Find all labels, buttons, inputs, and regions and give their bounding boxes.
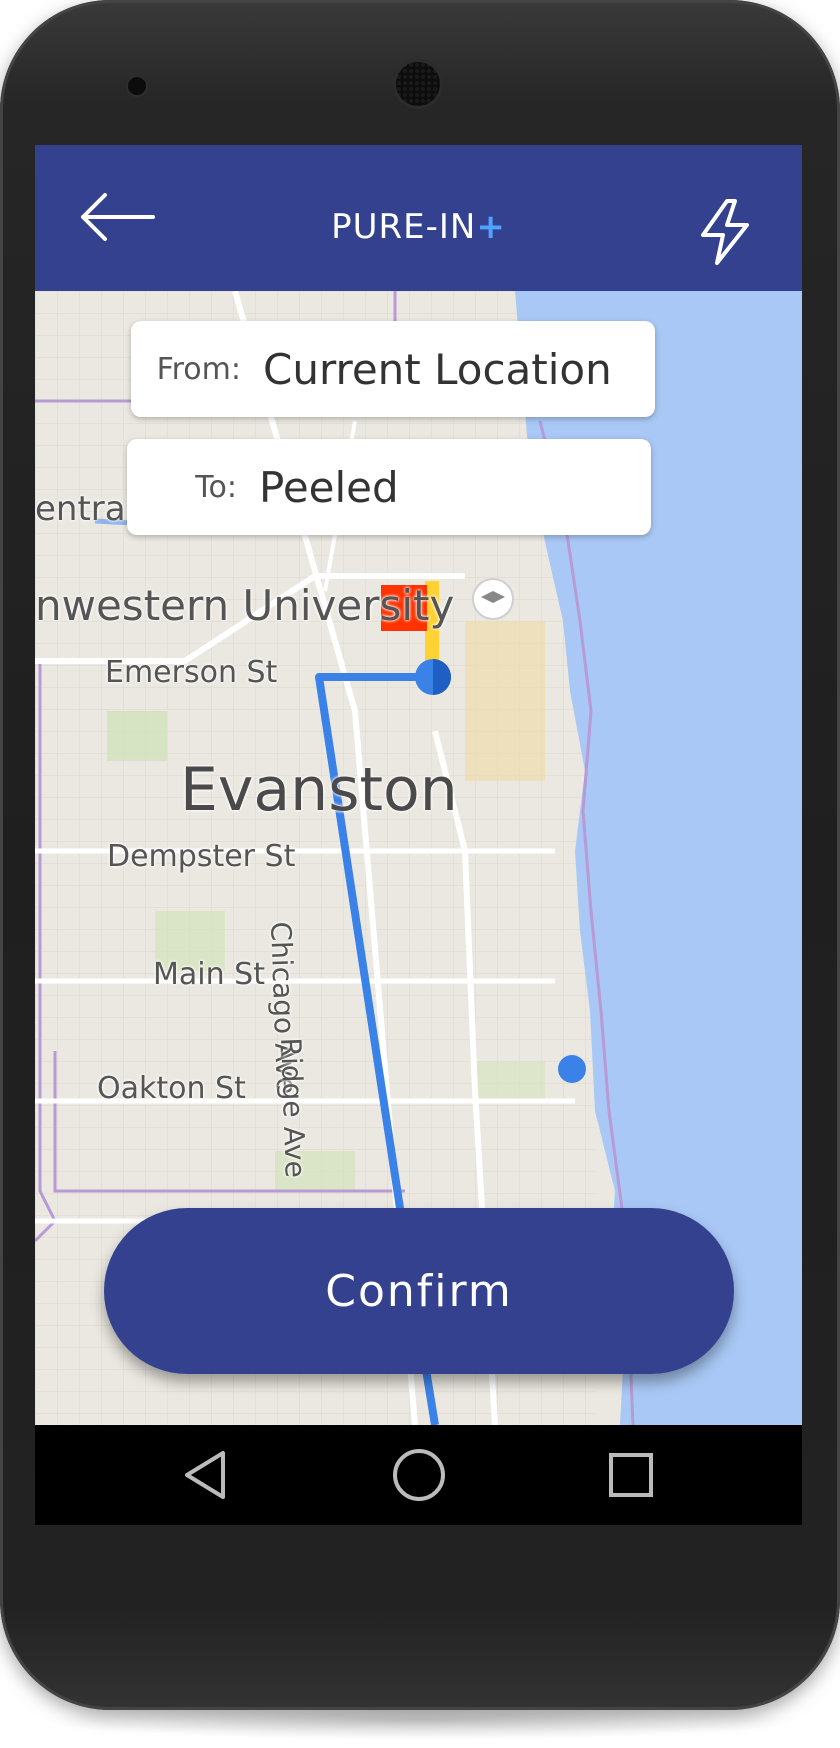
- map-label-ridge-ave: Ridge Ave: [274, 1037, 312, 1179]
- nav-home-button[interactable]: [383, 1439, 455, 1511]
- confirm-button[interactable]: Confirm: [104, 1208, 734, 1374]
- map-label-main-st: Main St: [153, 957, 265, 992]
- front-sensor: [128, 77, 146, 95]
- circle-home-icon: [393, 1449, 445, 1501]
- triangle-back-icon: [185, 1451, 225, 1499]
- app-title: PURE-IN+: [35, 207, 802, 247]
- lightning-icon: [701, 199, 749, 265]
- from-value: Current Location: [263, 344, 612, 394]
- map-label-university: nwestern University: [35, 581, 455, 630]
- to-value: Peeled: [259, 462, 399, 512]
- nav-back-button[interactable]: [171, 1439, 243, 1511]
- android-nav-bar: [35, 1425, 802, 1525]
- app-bar: PURE-IN+: [35, 145, 802, 291]
- map-label-oakton-st: Oakton St: [97, 1071, 246, 1106]
- to-field[interactable]: To: Peeled: [127, 439, 651, 535]
- app-title-main: PURE-IN: [331, 207, 477, 247]
- from-label: From:: [156, 351, 241, 387]
- app-title-plus: +: [476, 207, 506, 247]
- from-field[interactable]: From: Current Location: [131, 321, 655, 417]
- lightning-button[interactable]: [695, 197, 755, 267]
- map-label-emerson-st: Emerson St: [105, 655, 278, 690]
- phone-frame: entral St nwestern University Emerson St…: [0, 0, 840, 1710]
- map-label-city: Evanston: [180, 755, 458, 825]
- nav-recents-button[interactable]: [595, 1439, 667, 1511]
- map-label-dempster-st: Dempster St: [107, 839, 296, 874]
- earpiece-speaker: [396, 62, 440, 106]
- to-label: To:: [195, 469, 237, 505]
- square-recents-icon: [609, 1453, 653, 1497]
